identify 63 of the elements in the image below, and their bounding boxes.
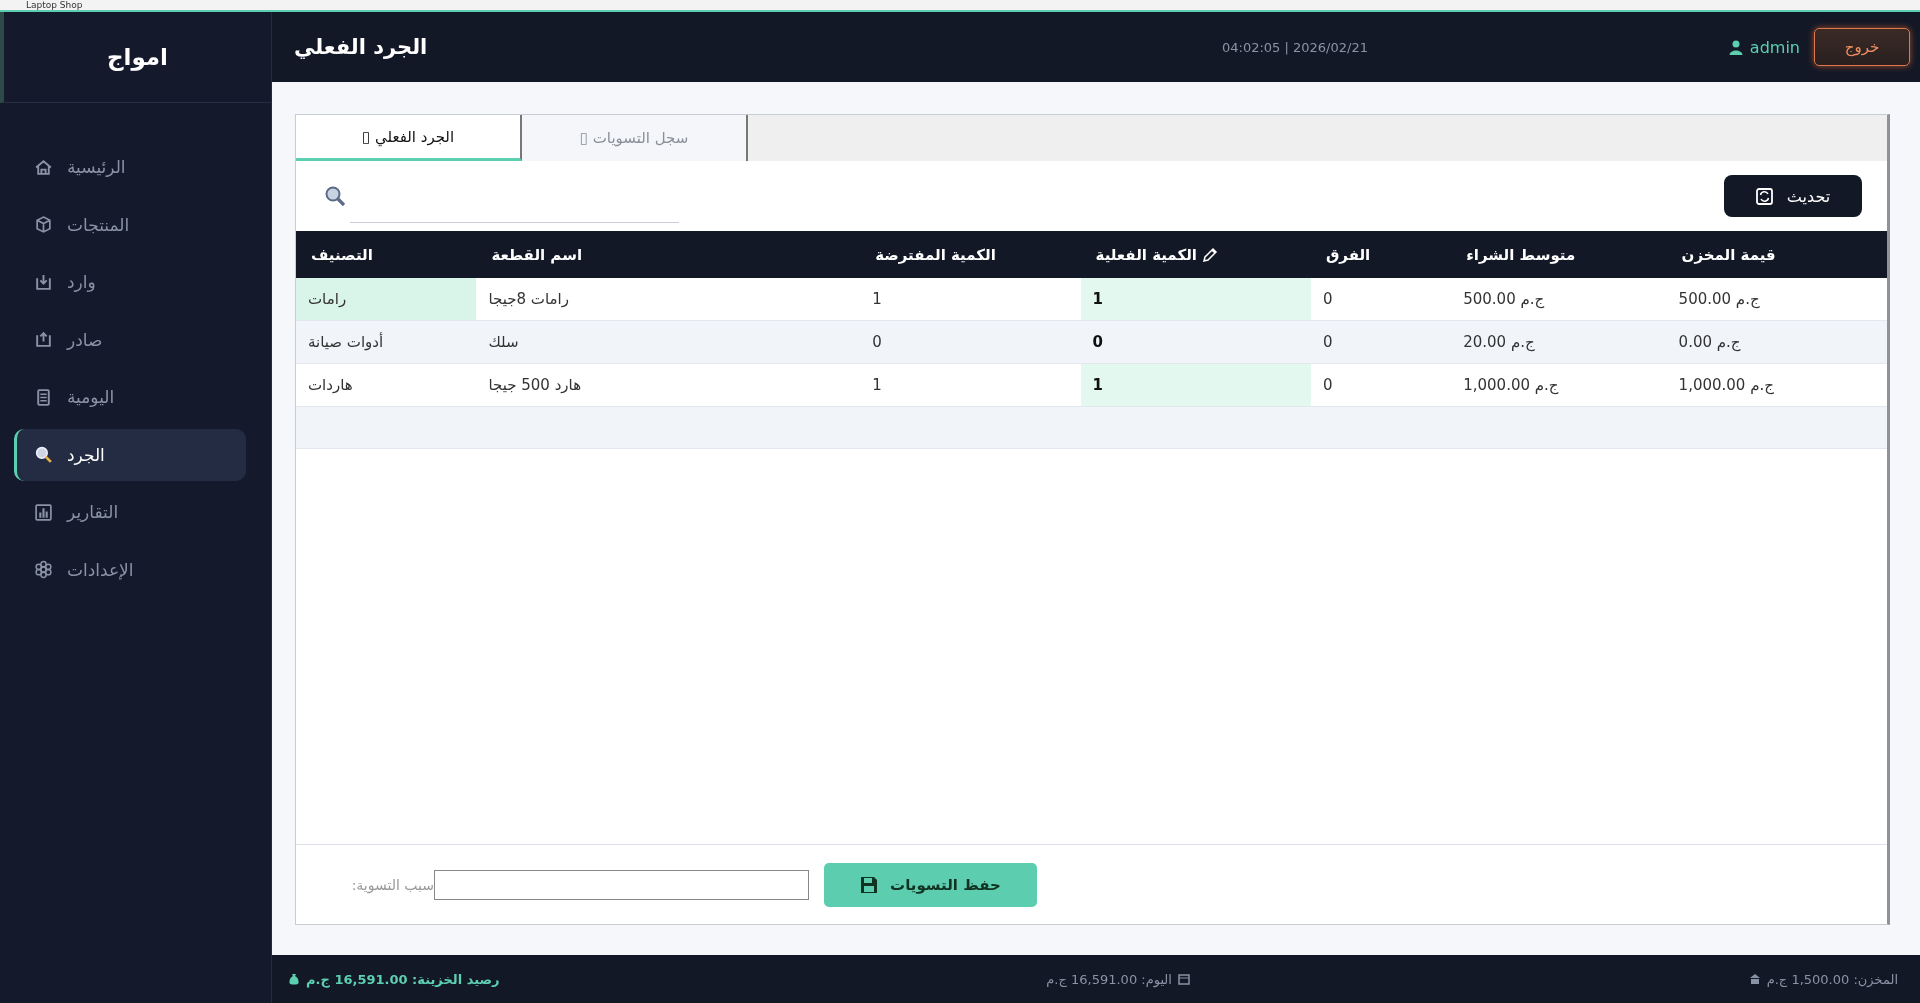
reason-field[interactable]	[434, 869, 809, 900]
user-icon	[1727, 39, 1744, 55]
flower-icon	[34, 560, 53, 579]
building-icon	[1748, 973, 1761, 985]
table-cell: 500.00 ج.م	[1666, 278, 1887, 321]
window-title: Laptop Shop	[25, 1, 83, 10]
column-header: الكمية الفعلية	[1080, 231, 1311, 278]
refresh-button[interactable]: تحديث	[1724, 175, 1862, 217]
sidebar-item[interactable]: وارد	[14, 256, 246, 308]
sidebar-item[interactable]: الجرد	[14, 428, 246, 481]
table-cell[interactable]: 1	[1080, 363, 1311, 407]
table-cell: رامات	[296, 278, 477, 321]
search-icon	[324, 185, 346, 207]
table-cell: 20.00 ج.م	[1451, 320, 1667, 364]
table-cell[interactable]: 0	[1080, 320, 1311, 364]
search-icon	[34, 445, 53, 464]
tray-up-icon	[34, 330, 53, 349]
table-cell: رامات 8جيجا	[476, 278, 861, 321]
refresh-icon	[1755, 187, 1773, 205]
table-cell: 1	[860, 363, 1081, 407]
table-cell: 1,000.00 ج.م	[1451, 363, 1667, 407]
table-cell: 0.00 ج.م	[1666, 320, 1887, 364]
stock-value: المخزن: 1,500.00 ج.م	[1766, 971, 1898, 987]
treasury-balance: رصيد الخزينة: 16,591.00 ج.م	[306, 971, 500, 987]
table-cell: أدوات صيانة	[296, 320, 477, 364]
user-name: admin	[1749, 37, 1800, 57]
pencil-icon	[1201, 246, 1218, 263]
money-bag-icon	[288, 973, 300, 985]
home-icon	[34, 157, 53, 177]
table-cell: 0	[1310, 320, 1452, 364]
list-icon	[34, 387, 53, 407]
table-cell: 500.00 ج.م	[1451, 278, 1667, 321]
column-header: اسم القطعة	[476, 231, 861, 278]
column-header: قيمة المخزن	[1666, 231, 1887, 278]
sidebar-item[interactable]: صادر	[14, 313, 246, 366]
sidebar-item[interactable]: اليومية	[14, 371, 246, 423]
table-cell: 0	[860, 320, 1081, 364]
table-cell: 1	[860, 278, 1081, 321]
page-title: الجرد الفعلي	[294, 35, 428, 59]
table-cell[interactable]: 1	[1080, 278, 1311, 321]
sidebar-item[interactable]: التقارير	[14, 486, 246, 538]
table-cell: هاردات	[296, 363, 477, 407]
table-cell: هارد 500 جيجا	[476, 363, 861, 407]
sidebar-item[interactable]: الإعدادات	[14, 543, 246, 596]
tray-down-icon	[34, 272, 53, 292]
save-button[interactable]: حفظ التسويات	[824, 862, 1037, 907]
logout-button[interactable]: خروج	[1814, 28, 1910, 66]
sidebar-item[interactable]: الرئيسية	[14, 141, 246, 193]
column-header: الكمية المفترضة	[860, 231, 1081, 278]
tab[interactable]: الجرد الفعلي ▯	[296, 115, 522, 161]
bar-chart-icon	[34, 502, 53, 522]
calendar-icon	[1177, 973, 1190, 985]
app-logo: امواج	[107, 44, 168, 70]
table-cell: 1,000.00 ج.م	[1666, 363, 1887, 407]
box-icon	[34, 215, 53, 234]
column-header: التصنيف	[296, 231, 477, 278]
column-header: متوسط الشراء	[1451, 231, 1667, 278]
reason-label: سبب التسوية:	[350, 876, 434, 893]
table-cell: سلك	[476, 320, 861, 364]
date-time: 04:02:05 | 2026/02/21	[1222, 39, 1368, 55]
today-total: اليوم: 16,591.00 ج.م	[1046, 971, 1172, 987]
sidebar-item[interactable]: المنتجات	[14, 198, 246, 251]
column-header: الفرق	[1310, 231, 1452, 278]
